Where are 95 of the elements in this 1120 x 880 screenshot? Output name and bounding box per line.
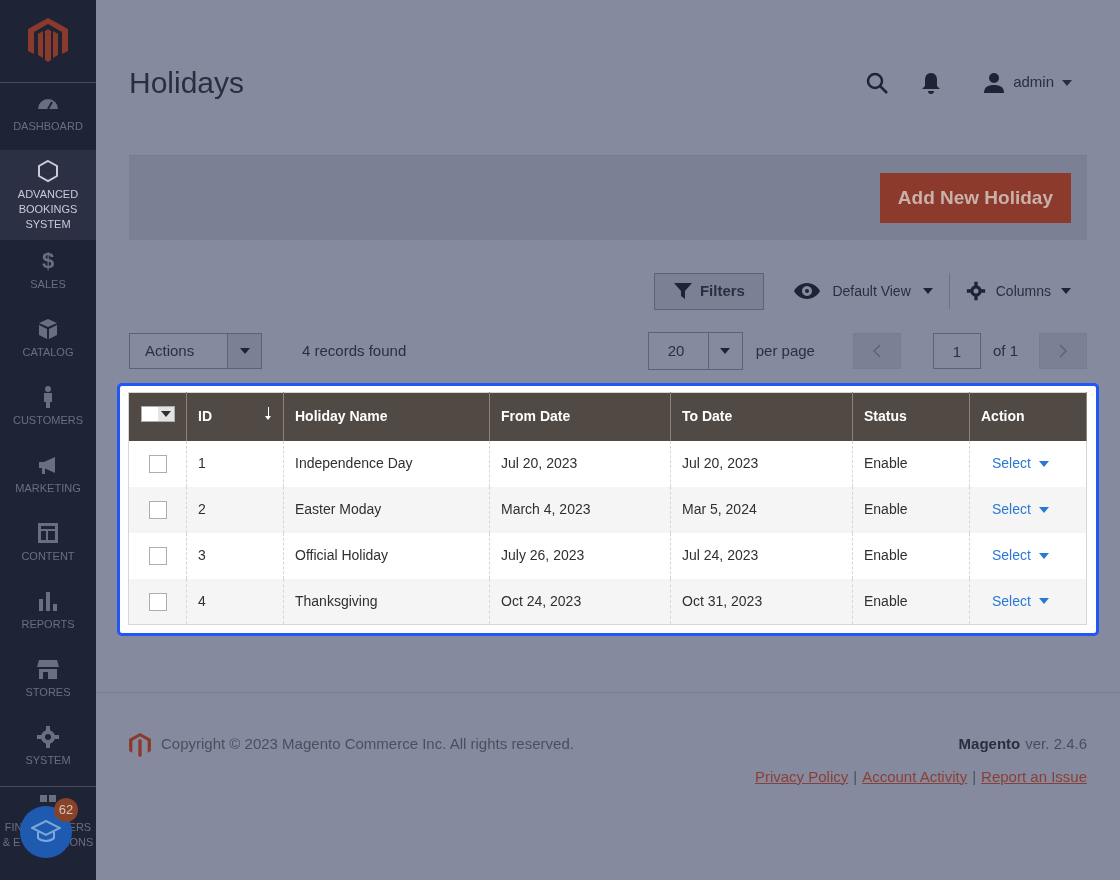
nav-label-fragment: & E xyxy=(2,835,21,850)
chevron-right-icon xyxy=(1059,344,1067,358)
nav-item[interactable]: ADVANCED BOOKINGS SYSTEM xyxy=(0,150,96,240)
user-menu[interactable]: admin xyxy=(983,71,1072,94)
table-cell: Thanksgiving xyxy=(295,592,378,609)
table-cell: Mar 5, 2024 xyxy=(682,501,757,517)
row-checkbox[interactable] xyxy=(148,547,167,566)
caret-icon xyxy=(160,411,171,418)
caret-icon xyxy=(1038,598,1049,605)
nav-item[interactable]: CATALOG xyxy=(0,308,96,376)
previous-page-button[interactable] xyxy=(852,333,901,369)
sort-arrow-icon xyxy=(265,407,271,421)
view-dropdown[interactable]: Default View xyxy=(794,280,933,302)
brand-name: Magento xyxy=(958,734,1021,754)
logo-icon xyxy=(129,733,151,757)
per-page-label: per page xyxy=(755,340,815,361)
per-page-dropdown[interactable]: 20 xyxy=(647,332,743,370)
bar-chart-icon xyxy=(36,589,60,613)
column-header[interactable]: Action xyxy=(969,392,1087,441)
column-header[interactable]: From Date xyxy=(489,392,671,441)
user-icon xyxy=(983,71,1006,94)
column-header[interactable]: Status xyxy=(852,392,970,441)
select-action-link[interactable]: Select xyxy=(992,453,1049,474)
search-icon[interactable] xyxy=(865,70,890,95)
bell-icon[interactable] xyxy=(921,71,942,94)
link-separator: | xyxy=(853,766,858,787)
table-cell: Enable xyxy=(864,547,908,563)
records-count: 4 records found xyxy=(302,340,408,361)
footer-link[interactable]: Report an Issue xyxy=(981,765,1087,788)
footer-link[interactable]: Privacy Policy xyxy=(754,765,849,788)
table-cell: 2 xyxy=(198,501,206,517)
version-text: ver. 2.4.6 xyxy=(1025,734,1087,754)
table-cell: 3 xyxy=(198,547,206,563)
blocks-icon xyxy=(40,795,56,802)
column-header[interactable]: ID xyxy=(186,392,284,441)
nav-item[interactable]: CONTENT xyxy=(0,512,96,580)
column-header[interactable]: Holiday Name xyxy=(283,392,490,441)
table-cell: 4 xyxy=(198,592,206,609)
table-cell: Jul 20, 2023 xyxy=(501,455,578,471)
nav-item[interactable]: MARKETING xyxy=(0,444,96,512)
row-checkbox[interactable] xyxy=(148,501,167,520)
nav-item[interactable]: CUSTOMERS xyxy=(0,376,96,444)
chevron-left-icon xyxy=(872,344,881,358)
caret-icon xyxy=(922,288,933,294)
graduation-cap-icon xyxy=(31,820,61,844)
table-cell: Jul 20, 2023 xyxy=(682,455,759,471)
table-cell: Oct 24, 2023 xyxy=(501,592,582,609)
page-number-field[interactable]: 1 xyxy=(932,333,981,369)
caret-icon xyxy=(239,348,250,354)
columns-dropdown[interactable]: Columns xyxy=(965,280,1071,302)
page-title: Holidays xyxy=(129,65,246,101)
table-cell: July 26, 2023 xyxy=(501,547,585,563)
eye-icon xyxy=(794,283,821,299)
funnel-icon xyxy=(673,283,692,299)
page-total: of 1 xyxy=(992,340,1018,361)
table-cell: Enable xyxy=(864,501,908,517)
actions-dropdown[interactable]: Actions xyxy=(129,333,262,369)
caret-icon xyxy=(1038,460,1049,467)
nav-item[interactable]: REPORTS xyxy=(0,580,96,648)
caret-icon xyxy=(1062,79,1072,86)
select-action-link[interactable]: Select xyxy=(992,499,1049,520)
caret-icon xyxy=(1038,506,1049,513)
layout-icon xyxy=(36,521,60,545)
hexagon-icon xyxy=(36,159,60,183)
table-cell: Independence Day xyxy=(295,455,413,471)
table-cell: Enable xyxy=(864,455,908,471)
select-action-link[interactable]: Select xyxy=(992,590,1049,612)
copyright-text: Copyright © 2023 Magento Commerce Inc. All rights reserved. xyxy=(161,734,574,754)
table-cell: Enable xyxy=(864,592,908,609)
table-cell: Oct 31, 2023 xyxy=(682,592,763,609)
link-separator: | xyxy=(972,766,977,787)
nav-item[interactable]: $ SALES xyxy=(0,240,96,308)
row-checkbox[interactable] xyxy=(148,593,167,612)
dollar-icon: $ xyxy=(41,249,55,273)
table-cell: 1 xyxy=(198,455,206,471)
filters-button[interactable]: Filters xyxy=(654,272,765,310)
caret-icon xyxy=(720,348,731,354)
table-cell: Easter Moday xyxy=(295,501,382,517)
column-header[interactable]: To Date xyxy=(670,392,853,441)
table-cell: March 4, 2023 xyxy=(501,501,591,517)
next-page-button[interactable] xyxy=(1039,333,1087,369)
add-new-holiday-button[interactable]: Add New Holiday xyxy=(879,173,1071,223)
store-icon xyxy=(36,657,60,681)
logo-icon xyxy=(28,18,68,62)
notification-count: 62 xyxy=(54,798,78,822)
select-action-link[interactable]: Select xyxy=(992,545,1049,566)
table-cell: Jul 24, 2023 xyxy=(682,547,759,563)
box-icon xyxy=(36,317,60,341)
row-checkbox[interactable] xyxy=(148,455,167,474)
footer-link[interactable]: Account Activity xyxy=(862,765,968,788)
table-cell: Official Holiday xyxy=(295,547,389,563)
nav-item[interactable]: SYSTEM xyxy=(0,716,96,784)
nav-item[interactable]: STORES xyxy=(0,648,96,716)
caret-icon xyxy=(1038,552,1049,559)
caret-icon xyxy=(1061,288,1071,294)
